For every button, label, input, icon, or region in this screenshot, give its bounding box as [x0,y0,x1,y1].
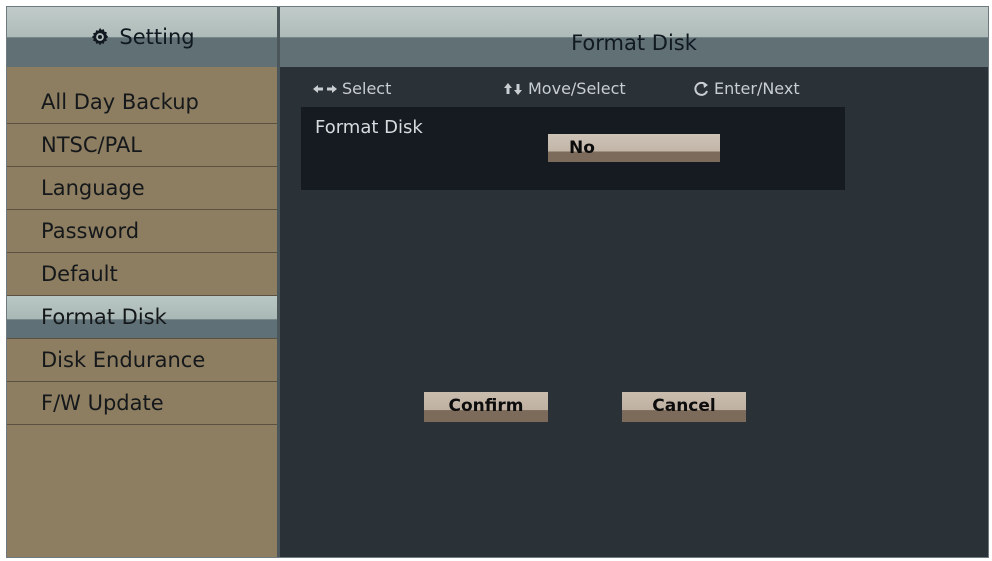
left-right-arrows-icon [313,84,337,93]
sidebar-item-default[interactable]: Default [7,253,277,296]
sidebar-item-fw-update[interactable]: F/W Update [7,382,277,425]
key-hints: Select Move/Select Enter/Next [312,79,912,101]
sidebar: Setting All Day Backup NTSC/PAL Language… [7,7,280,557]
page-title: Format Disk [280,7,988,67]
hint-enter-next: Enter/Next [692,79,800,98]
hint-select: Select [312,79,391,98]
sidebar-item-format-disk[interactable]: Format Disk [7,296,277,339]
app-window: Setting All Day Backup NTSC/PAL Language… [6,6,989,558]
sidebar-item-all-day-backup[interactable]: All Day Backup [7,81,277,124]
up-down-arrows-icon [504,82,522,95]
format-disk-label: Format Disk [315,117,423,138]
hint-select-label: Select [342,79,392,98]
confirm-button[interactable]: Confirm [424,392,548,422]
settings-menu: All Day Backup NTSC/PAL Language Passwor… [7,81,277,425]
cancel-button[interactable]: Cancel [622,392,746,422]
sidebar-item-ntsc-pal[interactable]: NTSC/PAL [7,124,277,167]
format-disk-select[interactable]: No [548,134,720,162]
sidebar-item-language[interactable]: Language [7,167,277,210]
enter-icon [694,81,708,96]
hint-move-select: Move/Select [502,79,626,98]
sidebar-title: Setting [119,25,195,49]
gear-icon [92,27,109,46]
hint-enter-next-label: Enter/Next [714,79,800,98]
format-disk-panel: Format Disk No [301,107,845,190]
hint-move-select-label: Move/Select [528,79,626,98]
sidebar-item-disk-endurance[interactable]: Disk Endurance [7,339,277,382]
sidebar-header: Setting [7,7,277,67]
sidebar-item-password[interactable]: Password [7,210,277,253]
